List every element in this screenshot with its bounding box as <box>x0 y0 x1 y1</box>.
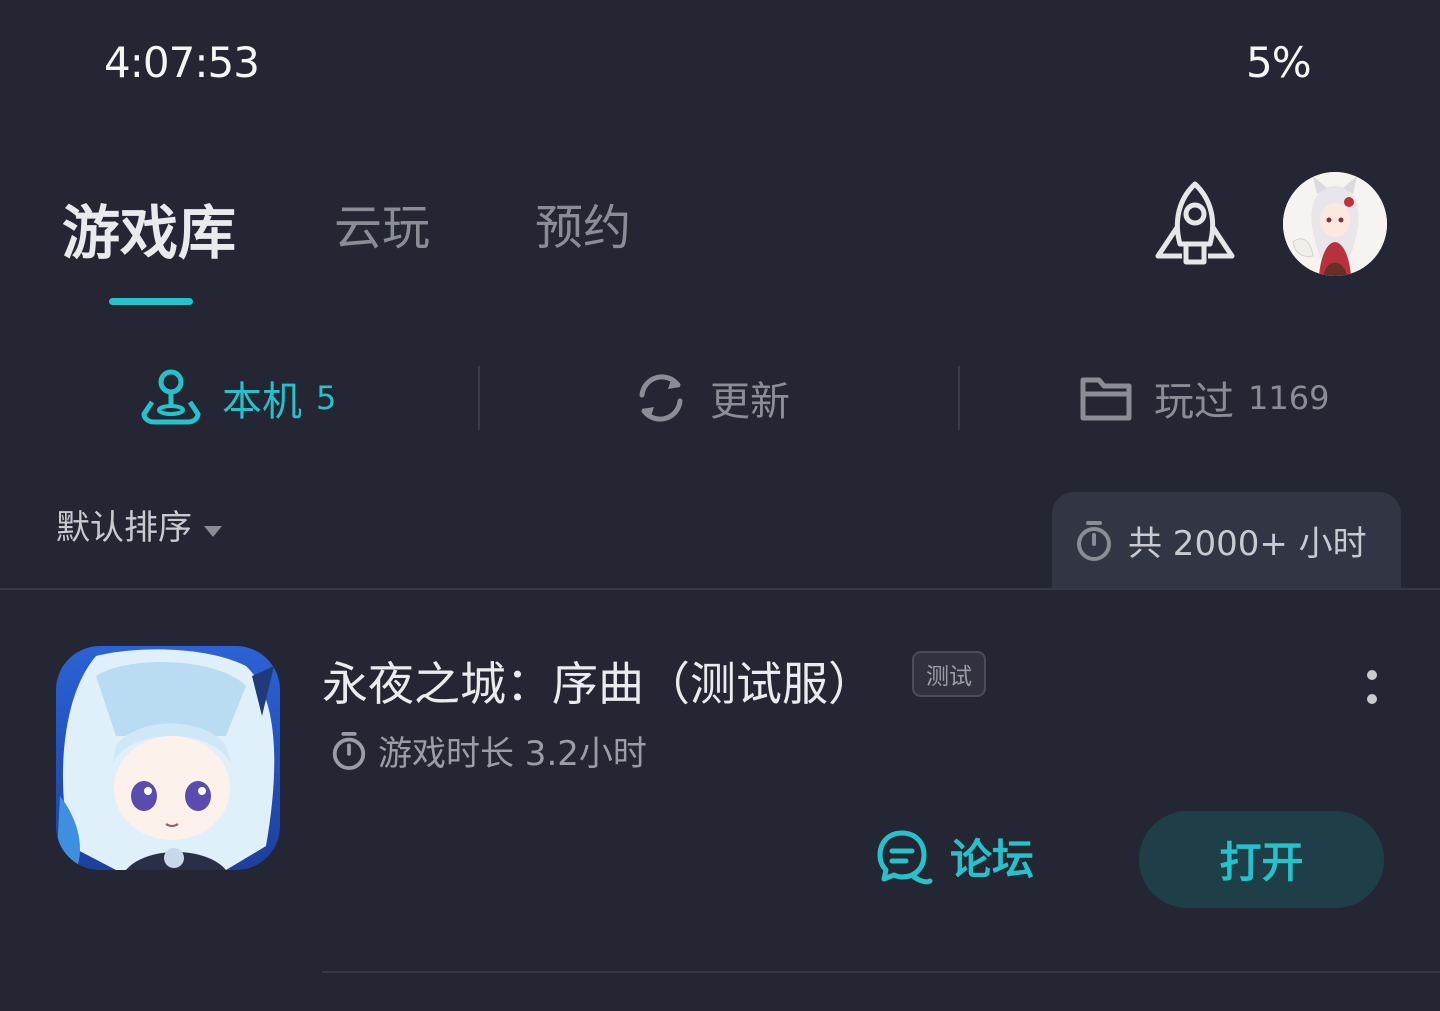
rocket-button[interactable] <box>1150 178 1240 270</box>
game-playtime: 游戏时长 3.2小时 <box>330 726 647 775</box>
game-playtime-text: 游戏时长 3.2小时 <box>378 734 647 774</box>
status-battery: 5% <box>1246 38 1312 87</box>
filter-local[interactable]: 本机 5 <box>140 358 336 438</box>
more-dot-icon <box>1367 694 1377 704</box>
test-badge: 测试 <box>912 651 986 697</box>
filter-played[interactable]: 玩过 1169 <box>1078 358 1329 438</box>
filter-local-label: 本机 <box>222 379 302 425</box>
game-title[interactable]: 永夜之城：序曲（测试服） <box>322 648 874 714</box>
total-playtime-text: 共 2000+ 小时 <box>1128 524 1367 564</box>
screen: 4:07:53 5% 游戏库 云玩 预约 本机 5 更新 玩过 1169 默认排… <box>0 0 1440 1011</box>
game-icon[interactable] <box>56 646 280 870</box>
more-dot-icon <box>1367 670 1377 680</box>
filter-updates-label: 更新 <box>710 379 790 425</box>
caret-down-icon <box>204 526 222 537</box>
refresh-icon <box>639 374 683 422</box>
list-item-divider <box>322 971 1440 973</box>
filter-updates[interactable]: 更新 <box>632 358 790 438</box>
status-time: 4:07:53 <box>104 38 260 87</box>
game-art <box>56 646 280 870</box>
filter-divider <box>478 366 480 430</box>
folder-icon <box>1080 377 1132 421</box>
filter-divider <box>958 366 960 430</box>
stopwatch-icon <box>332 731 366 770</box>
active-tab-indicator <box>109 298 193 305</box>
total-playtime-panel: 共 2000+ 小时 <box>1052 492 1401 589</box>
filter-played-count: 1169 <box>1248 379 1330 417</box>
tab-game-library[interactable]: 游戏库 <box>62 186 236 270</box>
user-avatar[interactable] <box>1283 172 1387 276</box>
sort-label: 默认排序 <box>56 508 192 548</box>
tab-reservations[interactable]: 预约 <box>535 188 631 258</box>
more-options-button[interactable] <box>1355 664 1389 714</box>
avatar-illustration <box>1283 172 1387 276</box>
forum-button[interactable]: 论坛 <box>874 826 1034 887</box>
sort-dropdown[interactable]: 默认排序 <box>56 500 222 549</box>
tab-cloud-play[interactable]: 云玩 <box>334 188 430 258</box>
filter-local-count: 5 <box>316 379 337 417</box>
section-divider <box>0 588 1440 590</box>
open-game-button[interactable]: 打开 <box>1139 811 1384 908</box>
forum-chat-icon <box>877 830 933 884</box>
stopwatch-icon <box>1077 520 1111 561</box>
filter-played-label: 玩过 <box>1154 379 1234 425</box>
joystick-icon <box>141 369 201 425</box>
forum-label: 论坛 <box>950 835 1035 884</box>
rocket-icon <box>1155 181 1235 265</box>
